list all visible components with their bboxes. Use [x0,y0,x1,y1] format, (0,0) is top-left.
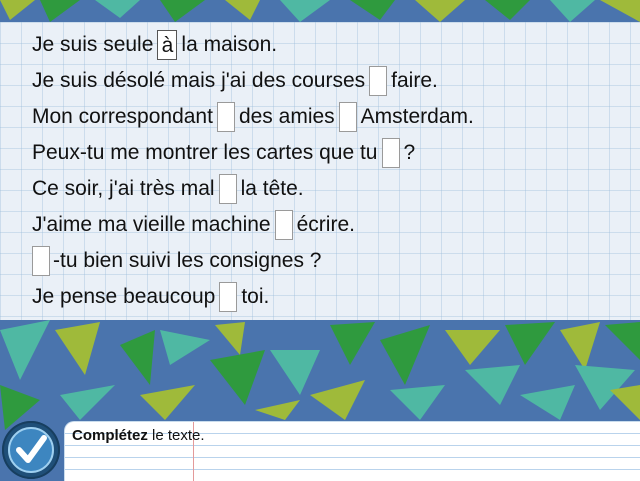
answer-blank[interactable] [274,210,293,240]
sentence-text: toi. [241,285,270,308]
sentence-text: Ce soir, j'ai très mal [32,177,215,200]
instruction-bold: Complétez [72,427,148,444]
sentence-text: Peux-tu me montrer les cartes que tu [32,141,378,164]
sentence-text: Amsterdam. [360,105,474,128]
sentence-line: Ce soir, j'ai très mal la tête. [32,171,304,207]
sentence-text: des amies [238,105,335,128]
answer-blank[interactable]: à [157,30,178,60]
answer-blank[interactable] [381,138,400,168]
sentence-text: la maison. [181,33,278,56]
sentence-text: -tu bien suivi les consignes ? [53,249,322,272]
sentence-line: J'aime ma vieille machine écrire. [32,207,355,243]
sentence-text: J'aime ma vieille machine [32,213,271,236]
sentence-line: Mon correspondant des amies Amsterdam. [32,99,474,135]
answer-blank[interactable] [218,174,237,204]
sentence-line: Je pense beaucoup toi. [32,279,269,315]
sentence-text: ? [403,141,416,164]
instruction-bar: Complétez le texte. [64,421,640,481]
validate-button[interactable] [2,421,60,479]
answer-blank[interactable] [369,66,388,96]
instruction-text: Complétez le texte. [72,427,205,444]
answer-blank[interactable] [219,282,238,312]
sentence-text: faire. [391,69,438,92]
sentence-line: Je suis seule à la maison. [32,27,277,63]
checkmark-icon [16,435,47,463]
sentence-line: Je suis désolé mais j'ai des courses fair… [32,63,438,99]
sentence-line: Peux-tu me montrer les cartes que tu? [32,135,415,171]
instruction-rest: le texte. [147,427,205,444]
answer-blank[interactable] [216,102,235,132]
sentence-text: Je suis seule [32,33,154,56]
sentence-text: la tête. [240,177,304,200]
answer-blank[interactable] [338,102,357,132]
sentence-text: Je pense beaucoup [32,285,216,308]
sentence-text: écrire. [296,213,355,236]
sentence-text: Mon correspondant [32,105,213,128]
answer-blank[interactable] [32,246,50,276]
sentence-text: Je suis désolé mais j'ai des courses [32,69,366,92]
sentence-line: -tu bien suivi les consignes ? [32,243,321,279]
validate-button-inner [8,427,54,473]
